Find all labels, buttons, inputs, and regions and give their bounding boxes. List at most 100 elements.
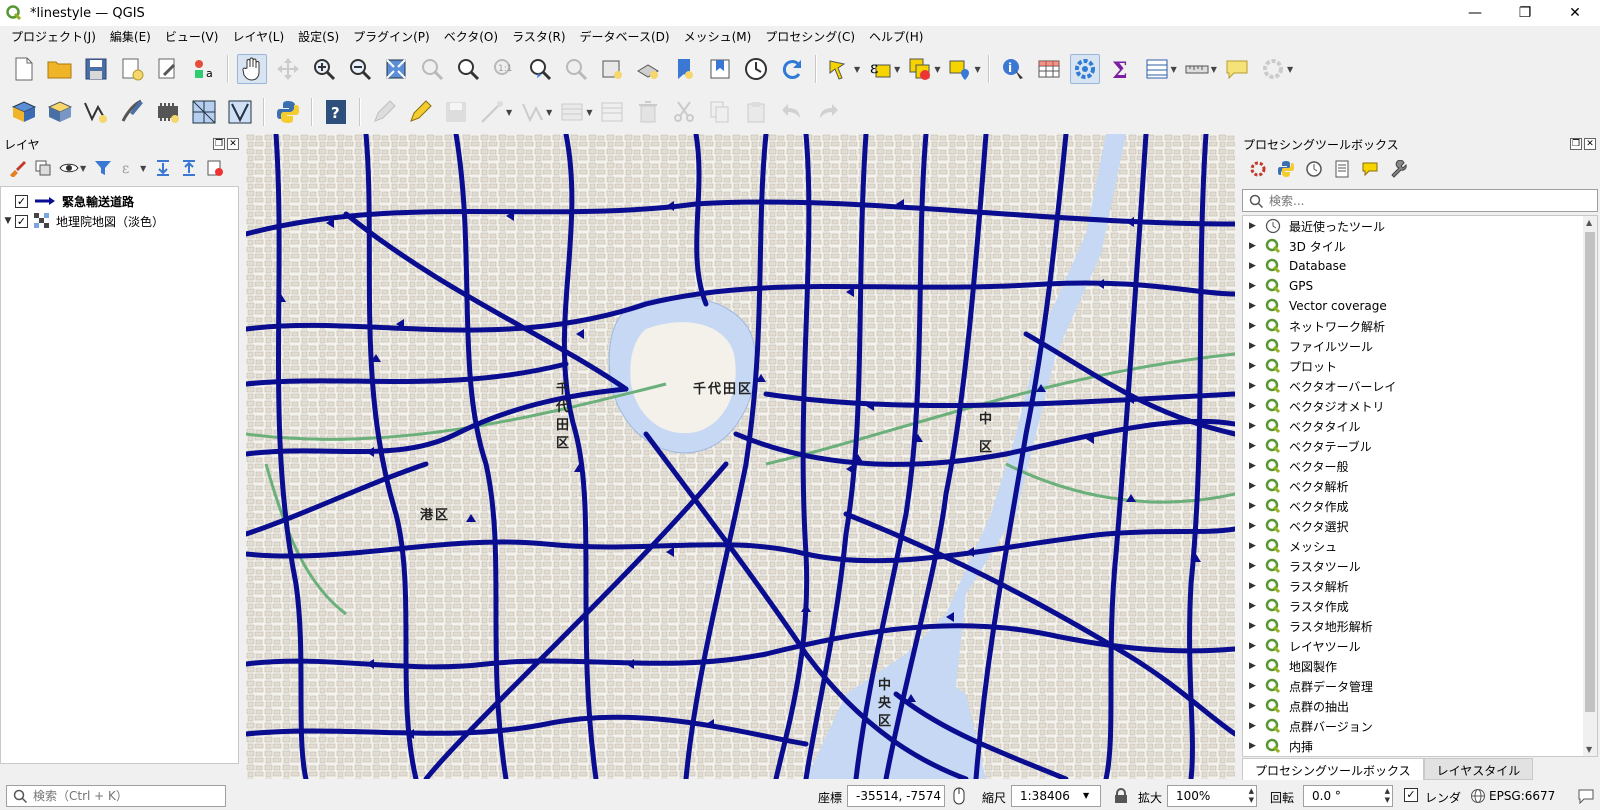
chevron-down-icon[interactable]: ▼ [1083,791,1089,800]
digitize-line-button[interactable] [477,97,507,127]
processing-group-item[interactable]: ▶ プロット [1243,356,1597,376]
processing-group-item[interactable]: ▶ 内挿 [1243,736,1597,756]
close-button[interactable]: ✕ [1550,0,1600,26]
menu-mesh[interactable]: メッシュ(M) [677,28,759,45]
save-edits-button[interactable] [441,97,471,127]
tab-layer-styling[interactable]: レイヤスタイル [1423,758,1534,780]
results-viewer-icon[interactable] [1331,158,1353,180]
identify-features-button[interactable]: i [998,54,1028,84]
select-by-expression-button[interactable]: ε [865,54,895,84]
cut-features-button[interactable] [669,97,699,127]
processing-group-item[interactable]: ▶ ベクタテーブル [1243,436,1597,456]
new-mesh-layer-button[interactable] [189,97,219,127]
zoom-out-button[interactable] [345,54,375,84]
chevron-right-icon[interactable]: ▶ [1249,741,1265,751]
magnifier-field[interactable]: 100% ▲ ▼ [1167,785,1257,807]
locator-search-input[interactable] [33,789,223,803]
new-print-layout-button[interactable] [117,54,147,84]
messages-icon[interactable] [1578,788,1594,804]
modify-attributes-button[interactable] [557,97,587,127]
processing-group-item[interactable]: ▶ Vector coverage [1243,296,1597,316]
processing-group-item[interactable]: ▶ ラスタツール [1243,556,1597,576]
python-scripts-icon[interactable] [1275,158,1297,180]
field-calculator-button[interactable] [1142,54,1172,84]
tab-processing-toolbox[interactable]: プロセシングツールボックス [1242,758,1424,780]
delete-selected-button[interactable] [633,97,663,127]
chevron-right-icon[interactable]: ▶ [1249,541,1265,551]
new-temporary-layer-button[interactable] [117,97,147,127]
chevron-down-icon[interactable]: ▼ [934,65,940,74]
close-panel-button[interactable]: ✕ [227,138,239,150]
chevron-right-icon[interactable]: ▶ [1249,701,1265,711]
chevron-right-icon[interactable]: ▶ [1249,301,1265,311]
processing-group-item[interactable]: ▶ ベクター般 [1243,456,1597,476]
processing-group-item[interactable]: ▶ ベクタジオメトリ [1243,396,1597,416]
undock-panel-button[interactable]: ❐ [1570,138,1582,150]
eye-icon[interactable] [58,157,80,179]
chevron-right-icon[interactable]: ▶ [1249,381,1265,391]
chevron-right-icon[interactable]: ▶ [1249,581,1265,591]
chevron-down-icon[interactable]: ▼ [894,65,900,74]
chevron-down-icon[interactable]: ▼ [974,65,980,74]
menu-project[interactable]: プロジェクト(J) [4,28,103,45]
redo-button[interactable] [813,97,843,127]
menu-settings[interactable]: 設定(S) [291,28,346,45]
spin-arrows-icon[interactable]: ▲ ▼ [1249,787,1254,805]
processing-group-item[interactable]: ▶ ベクタ解析 [1243,476,1597,496]
python-console-button[interactable] [273,97,303,127]
processing-group-item[interactable]: ▶ レイヤツール [1243,636,1597,656]
chevron-right-icon[interactable]: ▶ [1249,641,1265,651]
menu-vector[interactable]: ベクタ(O) [437,28,505,45]
processing-group-item[interactable]: ▶ ファイルツール [1243,336,1597,356]
add-geopackage-layer-button[interactable] [45,97,75,127]
processing-group-item[interactable]: ▶ GPS [1243,276,1597,296]
chevron-right-icon[interactable]: ▶ [1249,481,1265,491]
chevron-right-icon[interactable]: ▶ [1249,561,1265,571]
processing-group-item[interactable]: ▶ ラスタ地形解析 [1243,616,1597,636]
pan-map-button[interactable] [237,54,267,84]
chevron-right-icon[interactable]: ▶ [1249,281,1265,291]
select-by-location-button[interactable] [945,54,975,84]
undo-button[interactable] [777,97,807,127]
chevron-down-icon[interactable]: ▼ [1171,65,1177,74]
new-point-cloud-button[interactable] [225,97,255,127]
chevron-right-icon[interactable]: ▶ [1249,261,1265,271]
chevron-down-icon[interactable]: ▼ [1211,65,1217,74]
menu-processing[interactable]: プロセシング(C) [758,28,862,45]
processing-group-item[interactable]: ▶ Database [1243,256,1597,276]
lock-icon[interactable] [1114,788,1128,804]
processing-search-input[interactable] [1269,193,1569,208]
zoom-last-button[interactable] [525,54,555,84]
new-virtual-layer-button[interactable] [153,97,183,127]
processing-group-item[interactable]: ▶ ベクタ選択 [1243,516,1597,536]
zoom-next-button[interactable] [561,54,591,84]
models-gear-icon[interactable] [1247,158,1269,180]
temporal-controller-button[interactable] [741,54,771,84]
chevron-right-icon[interactable]: ▶ [1249,521,1265,531]
style-panel-button[interactable] [6,157,28,179]
processing-group-item[interactable]: ▶ メッシュ [1243,536,1597,556]
processing-group-item[interactable]: ▶ ネットワーク解析 [1243,316,1597,336]
zoom-full-button[interactable] [381,54,411,84]
chevron-down-icon[interactable]: ▼ [80,164,86,173]
chevron-right-icon[interactable]: ▶ [1249,721,1265,731]
chevron-right-icon[interactable]: ▶ [1249,621,1265,631]
pan-to-selection-button[interactable] [273,54,303,84]
history-clock-icon[interactable] [1303,158,1325,180]
chevron-down-icon[interactable]: ▼ [854,65,860,74]
zoom-native-button[interactable]: 1:1 [489,54,519,84]
chevron-right-icon[interactable]: ▶ [1249,681,1265,691]
layer-visibility-checkbox[interactable]: ✓ [15,214,28,228]
processing-group-item[interactable]: ▶ ベクタオーバーレイ [1243,376,1597,396]
processing-group-item[interactable]: ▶ ベクタタイル [1243,416,1597,436]
remove-layer-button[interactable] [204,157,226,179]
copy-features-button[interactable] [705,97,735,127]
map-tips-button[interactable] [1222,54,1252,84]
chevron-right-icon[interactable]: ▶ [1249,361,1265,371]
statistical-summary-button[interactable]: Σ [1106,54,1136,84]
zoom-to-layer-button[interactable] [453,54,483,84]
new-bookmark-button[interactable] [669,54,699,84]
zoom-to-selection-button[interactable] [417,54,447,84]
filter-legend-button[interactable] [92,157,114,179]
layer-item[interactable]: ▼ ✓ 地理院地図（淡色） [1,211,238,231]
